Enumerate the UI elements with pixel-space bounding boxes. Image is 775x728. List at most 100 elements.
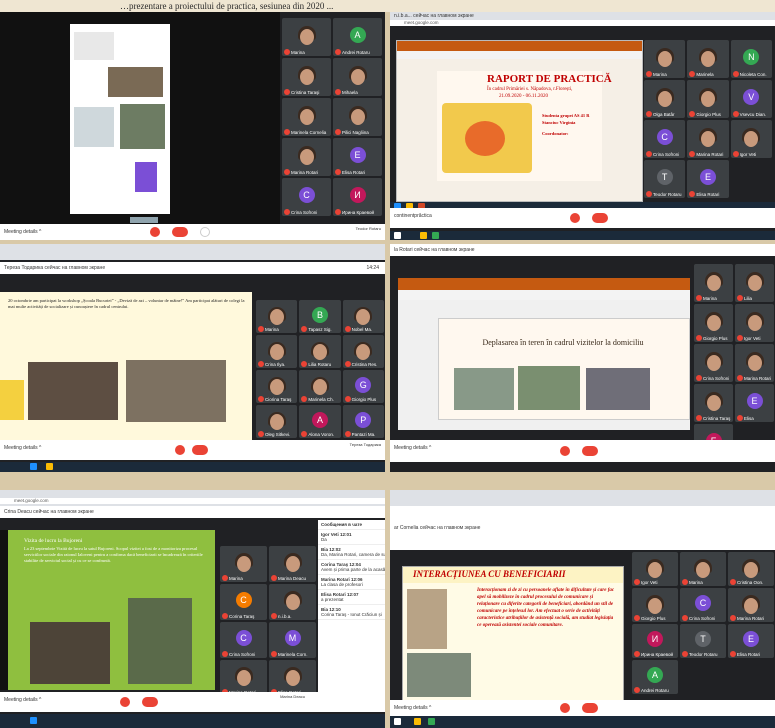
participant-video <box>700 90 715 107</box>
participant-tile[interactable]: Elisa Rotari <box>269 660 316 696</box>
participant-name: Giorgio Plus <box>703 336 728 341</box>
mic-muted-icon <box>271 575 277 581</box>
captions-button[interactable] <box>200 227 210 237</box>
mic-button[interactable] <box>560 703 570 713</box>
participant-tile[interactable]: Marina <box>256 300 298 333</box>
url-bar[interactable]: meet.google.com <box>0 498 385 504</box>
tab-strip <box>0 490 385 498</box>
meeting-details[interactable]: Meeting details ^ <box>394 440 431 456</box>
end-call-button[interactable] <box>592 213 608 223</box>
participant-tile[interactable]: G Giorgio Plus <box>342 370 384 403</box>
participant-tile[interactable]: Lilia <box>735 264 774 302</box>
end-call-button[interactable] <box>192 445 208 455</box>
participant-tile[interactable]: Giorgio Plus <box>687 80 729 118</box>
mic-button[interactable] <box>560 446 570 456</box>
participant-tile[interactable]: Marina Rotari <box>728 588 774 622</box>
mic-button[interactable] <box>150 227 160 237</box>
participant-tile[interactable]: Mihaela <box>333 58 382 96</box>
participant-tile[interactable]: Marina Rotari <box>220 660 267 696</box>
participant-tile[interactable]: Nobel Ma. <box>342 300 384 333</box>
end-call-button[interactable] <box>582 703 598 713</box>
chrome-icon[interactable] <box>428 718 435 725</box>
participant-tile[interactable]: Giorgio Plus <box>694 304 733 342</box>
start-icon[interactable] <box>394 718 401 725</box>
chrome-icon[interactable] <box>46 463 53 470</box>
chrome-icon[interactable] <box>432 232 439 239</box>
end-call-button[interactable] <box>172 227 188 237</box>
mic-button[interactable] <box>570 213 580 223</box>
participant-tile[interactable]: Igor Veti <box>632 552 678 586</box>
meeting-details[interactable]: Meeting details ^ <box>4 440 41 456</box>
end-call-button[interactable] <box>142 697 158 707</box>
participant-tile[interactable]: Marina Deacu <box>269 546 316 582</box>
participant-tile[interactable]: n.i.b.a. <box>269 584 316 620</box>
participant-tile[interactable]: И Ирина Краевой <box>632 624 678 658</box>
mic-button[interactable] <box>120 697 130 707</box>
participant-tile[interactable]: Giorgio Plus <box>632 588 678 622</box>
participant-tile[interactable]: Igor Veti <box>735 304 774 342</box>
participant-tile[interactable]: Cristina Taraş <box>694 384 733 422</box>
participant-tile[interactable]: E Elisa Rotari <box>687 160 729 198</box>
ie-icon[interactable] <box>30 463 37 470</box>
participant-tile[interactable]: E Elisa Rotari <box>728 624 774 658</box>
participant-tile[interactable]: Marina Rotari <box>282 138 331 176</box>
participant-tile[interactable]: Cristina Res. <box>342 335 384 368</box>
participant-tile[interactable]: Marina <box>220 546 267 582</box>
participant-tile[interactable]: A Andrei Rotaru <box>333 18 382 56</box>
participant-video <box>285 556 300 573</box>
meeting-details[interactable]: Meeting details ^ <box>394 700 431 716</box>
start-icon[interactable] <box>394 232 401 239</box>
participant-tile[interactable]: Lilia Rotaru <box>299 335 341 368</box>
participant-tile[interactable]: A Alona Voron. <box>299 405 341 438</box>
participant-name: Vsevcu Dian. <box>739 112 767 117</box>
explorer-icon[interactable] <box>414 718 421 725</box>
participant-tile[interactable]: A Andrei Rotaru <box>632 660 678 694</box>
meeting-details[interactable]: Meeting details ^ <box>4 224 41 240</box>
participant-tile[interactable]: Olga Batâr <box>644 80 686 118</box>
participant-tile[interactable]: N Nicoleta Con. <box>730 40 772 78</box>
participant-tile[interactable]: T Teodor Rotaru <box>680 624 726 658</box>
participant-tile[interactable]: Cristina Oon. <box>728 552 774 586</box>
participant-tile[interactable]: V Vsevcu Dian. <box>730 80 772 118</box>
participant-tile[interactable]: M Marinela Corn. <box>269 622 316 658</box>
participant-tile[interactable]: Marina <box>694 264 733 302</box>
participant-tile[interactable]: C Crina Sofroni <box>220 622 267 658</box>
participant-tile[interactable]: И Ирина Краевой <box>333 178 382 216</box>
participant-tile[interactable]: Cristina Taraşi <box>282 58 331 96</box>
participant-tile[interactable]: Marinela <box>687 40 729 78</box>
participant-tile[interactable]: B Tapasz Sig. <box>299 300 341 333</box>
explorer-icon[interactable] <box>420 232 427 239</box>
participant-tile[interactable]: Pilici Nagliina <box>333 98 382 136</box>
participant-tile[interactable]: Marinela Cornelia <box>282 98 331 136</box>
mic-button[interactable] <box>175 445 185 455</box>
mic-muted-icon <box>646 191 652 197</box>
participant-tile[interactable]: Oleg Sitkevi. <box>256 405 298 438</box>
participant-tile[interactable]: Crina Ilya. <box>256 335 298 368</box>
participant-tile[interactable]: C Crina Sofroni <box>680 588 726 622</box>
meeting-details[interactable]: Meeting details ^ <box>4 692 41 708</box>
participant-tile[interactable]: E Elisa <box>735 384 774 422</box>
slide-photo-3 <box>586 368 650 410</box>
url-bar[interactable]: meet.google.com <box>390 20 775 26</box>
meeting-details[interactable]: continentprăctica <box>394 208 432 224</box>
participant-tile[interactable]: Marina <box>644 40 686 78</box>
participant-tile[interactable]: T Teodor Rotaru <box>644 160 686 198</box>
participant-tile[interactable]: Marina <box>282 18 331 56</box>
participant-tile[interactable]: E Elisa Rotari <box>333 138 382 176</box>
participant-tile[interactable]: Crina Sofroni <box>694 344 733 382</box>
participant-name: Elisa Rotari <box>737 652 761 657</box>
participant-tile[interactable]: Marina Rotari <box>687 120 729 158</box>
participant-tile[interactable]: C Corina Taraş <box>220 584 267 620</box>
mic-muted-icon <box>284 49 290 55</box>
participant-tile[interactable]: Marina <box>680 552 726 586</box>
participant-tile[interactable]: Marina Rotari <box>735 344 774 382</box>
participant-tile[interactable]: Marinela Ch. <box>299 370 341 403</box>
participant-tile[interactable]: Igor Veti <box>730 120 772 158</box>
participant-tile[interactable]: C Crina Sofroni <box>644 120 686 158</box>
participant-tile[interactable]: P Pantazi Ma. <box>342 405 384 438</box>
participant-tile[interactable]: Ciorina Taraş <box>256 370 298 403</box>
end-call-button[interactable] <box>582 446 598 456</box>
meet-controls: continentprăctica <box>390 208 775 228</box>
ie-icon[interactable] <box>30 717 37 724</box>
participant-tile[interactable]: C Crina Sofroni <box>282 178 331 216</box>
